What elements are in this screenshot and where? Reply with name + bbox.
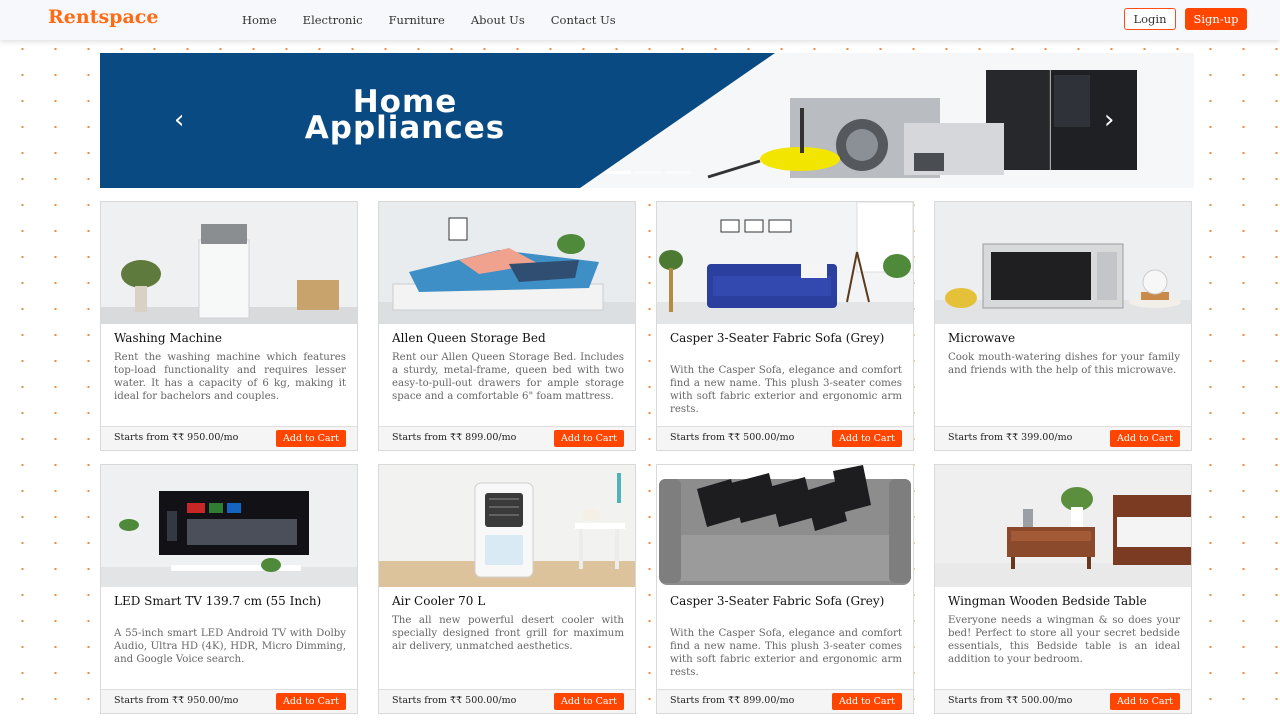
product-description: Cook mouth-watering dishes for your fami… — [948, 352, 1180, 376]
add-to-cart-button[interactable]: Add to Cart — [1110, 693, 1180, 710]
price-label: Starts from ₹₹ 500.00/mo — [670, 432, 795, 443]
product-card-sofa: Casper 3-Seater Fabric Sofa (Grey) With … — [656, 201, 914, 451]
product-title: Wingman Wooden Bedside Table — [948, 594, 1147, 608]
product-card-microwave: Microwave Cook mouth-watering dishes for… — [934, 201, 1192, 451]
price-label: Starts from ₹₹ 500.00/mo — [392, 695, 517, 706]
banner-title-line2: Appliances — [304, 110, 506, 146]
card-footer: Starts from ₹₹ 899.00/mo Add to Cart — [379, 426, 635, 450]
product-description: The all new powerful desert cooler with … — [392, 615, 624, 652]
add-to-cart-button[interactable]: Add to Cart — [1110, 430, 1180, 447]
price-label: Starts from ₹₹ 500.00/mo — [948, 695, 1073, 706]
brand-logo[interactable]: Rentspace — [48, 6, 158, 28]
product-image-microwave[interactable] — [935, 202, 1191, 324]
product-title: Casper 3-Seater Fabric Sofa (Grey) — [670, 331, 885, 345]
navbar: Rentspace Home Electronic Furniture Abou… — [0, 0, 1280, 40]
product-image-storage-bed[interactable] — [379, 202, 635, 324]
product-description: Everyone needs a wingman & so does your … — [948, 615, 1180, 665]
price-label: Starts from ₹₹ 899.00/mo — [392, 432, 517, 443]
nav-links: Home Electronic Furniture About Us Conta… — [242, 0, 642, 40]
carousel-indicator[interactable] — [635, 171, 661, 174]
card-footer: Starts from ₹₹ 500.00/mo Add to Cart — [657, 426, 913, 450]
product-image-sofa-grey[interactable] — [657, 465, 913, 587]
nav-link-contact-us[interactable]: Contact Us — [551, 13, 616, 27]
banner-title: Home Appliances — [195, 87, 615, 146]
card-footer: Starts from ₹₹ 950.00/mo Add to Cart — [101, 426, 357, 450]
price-label: Starts from ₹₹ 899.00/mo — [670, 695, 795, 706]
card-footer: Starts from ₹₹ 899.00/mo Add to Cart — [657, 689, 913, 713]
product-image-air-cooler[interactable] — [379, 465, 635, 587]
product-image-smart-tv[interactable] — [101, 465, 357, 587]
product-title: Microwave — [948, 331, 1016, 345]
product-card-storage-bed: Allen Queen Storage Bed Rent our Allen Q… — [378, 201, 636, 451]
price-label: Starts from ₹₹ 950.00/mo — [114, 695, 239, 706]
product-card-sofa-grey: Casper 3-Seater Fabric Sofa (Grey) With … — [656, 464, 914, 714]
product-image-sofa[interactable] — [657, 202, 913, 324]
price-label: Starts from ₹₹ 399.00/mo — [948, 432, 1073, 443]
card-footer: Starts from ₹₹ 500.00/mo Add to Cart — [379, 689, 635, 713]
product-description: With the Casper Sofa, elegance and comfo… — [670, 628, 902, 678]
product-description: A 55-inch smart LED Android TV with Dolb… — [114, 628, 346, 665]
product-title: LED Smart TV 139.7 cm (55 Inch) — [114, 594, 322, 608]
price-label: Starts from ₹₹ 950.00/mo — [114, 432, 239, 443]
signup-button[interactable]: Sign-up — [1185, 8, 1247, 30]
product-description: With the Casper Sofa, elegance and comfo… — [670, 365, 902, 415]
login-button[interactable]: Login — [1124, 8, 1176, 30]
nav-link-furniture[interactable]: Furniture — [389, 13, 445, 27]
add-to-cart-button[interactable]: Add to Cart — [832, 693, 902, 710]
product-card-air-cooler: Air Cooler 70 L The all new powerful des… — [378, 464, 636, 714]
product-card-bedside-table: Wingman Wooden Bedside Table Everyone ne… — [934, 464, 1192, 714]
product-title: Air Cooler 70 L — [392, 594, 486, 608]
nav-link-about-us[interactable]: About Us — [471, 13, 525, 27]
add-to-cart-button[interactable]: Add to Cart — [276, 693, 346, 710]
card-footer: Starts from ₹₹ 500.00/mo Add to Cart — [935, 689, 1191, 713]
product-card-smart-tv: LED Smart TV 139.7 cm (55 Inch) A 55-inc… — [100, 464, 358, 714]
product-card-washing-machine: Washing Machine Rent the washing machine… — [100, 201, 358, 451]
carousel-next-icon[interactable]: › — [1104, 105, 1114, 135]
product-title: Allen Queen Storage Bed — [392, 331, 546, 345]
product-image-bedside-table[interactable] — [935, 465, 1191, 587]
product-description: Rent our Allen Queen Storage Bed. Includ… — [392, 352, 624, 402]
add-to-cart-button[interactable]: Add to Cart — [276, 430, 346, 447]
add-to-cart-button[interactable]: Add to Cart — [832, 430, 902, 447]
card-footer: Starts from ₹₹ 399.00/mo Add to Cart — [935, 426, 1191, 450]
add-to-cart-button[interactable]: Add to Cart — [554, 693, 624, 710]
carousel-indicator[interactable] — [665, 171, 691, 174]
card-footer: Starts from ₹₹ 950.00/mo Add to Cart — [101, 689, 357, 713]
product-image-washing-machine[interactable] — [101, 202, 357, 324]
nav-link-electronic[interactable]: Electronic — [303, 13, 363, 27]
product-title: Casper 3-Seater Fabric Sofa (Grey) — [670, 594, 885, 608]
carousel-indicator[interactable] — [605, 171, 631, 174]
carousel-prev-icon[interactable]: ‹ — [174, 105, 184, 135]
nav-link-home[interactable]: Home — [242, 13, 277, 27]
add-to-cart-button[interactable]: Add to Cart — [554, 430, 624, 447]
product-title: Washing Machine — [114, 331, 222, 345]
hero-carousel: Home Appliances ‹ › — [100, 53, 1194, 188]
product-description: Rent the washing machine which features … — [114, 352, 346, 402]
